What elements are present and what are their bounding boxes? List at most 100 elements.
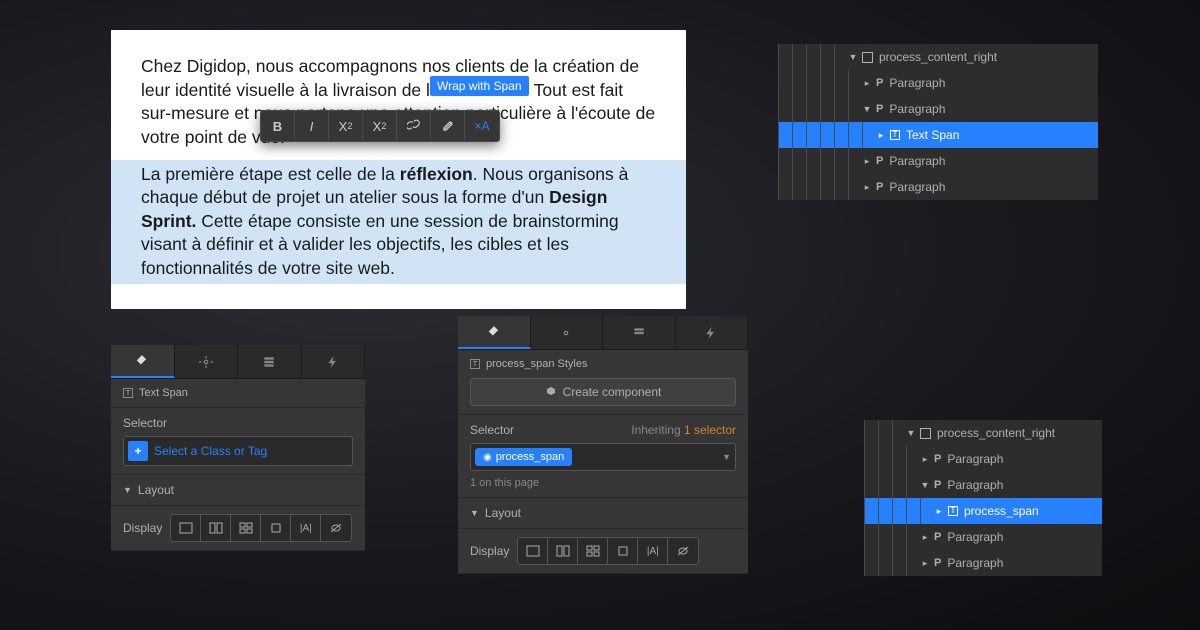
display-block-button[interactable] — [518, 538, 548, 564]
tab-manager[interactable] — [238, 345, 302, 378]
display-grid-button[interactable] — [578, 538, 608, 564]
inline-block-icon — [616, 545, 630, 557]
panel-tabs — [458, 316, 748, 350]
block-icon — [526, 545, 540, 557]
cube-icon — [545, 386, 557, 398]
expand-arrow-icon[interactable]: ▼ — [848, 52, 858, 62]
italic-button[interactable]: I — [295, 110, 329, 142]
brush-icon — [487, 325, 501, 339]
paragraph-icon: P — [876, 181, 883, 193]
selector-input[interactable]: + Select a Class or Tag — [123, 436, 353, 466]
panel-tabs — [111, 345, 365, 379]
tab-settings[interactable] — [531, 316, 604, 349]
nav-container-row[interactable]: ▼process_content_right — [864, 420, 1102, 446]
display-flex-button[interactable] — [201, 515, 231, 541]
layout-header[interactable]: ▼Layout — [111, 475, 365, 506]
superscript-button[interactable]: X2 — [329, 110, 363, 142]
paragraph-icon: P — [876, 155, 883, 167]
paragraph-icon: P — [876, 103, 883, 115]
div-icon — [862, 52, 873, 63]
eye-off-icon — [676, 545, 690, 557]
grid-icon — [586, 545, 600, 557]
link-button[interactable] — [397, 110, 431, 142]
selector-section: SelectorInheriting 1 selector ◉process_s… — [458, 415, 748, 498]
nav-paragraph-row[interactable]: ▼PParagraph — [778, 96, 1098, 122]
nav-text-span-row[interactable]: ▸TText Span — [778, 122, 1098, 148]
inline-icon: |A| — [300, 523, 312, 534]
tab-style[interactable] — [458, 316, 531, 349]
display-section: Display |A| — [111, 506, 365, 551]
div-icon — [920, 428, 931, 439]
display-none-button[interactable] — [321, 515, 351, 541]
bold-button[interactable]: B — [261, 110, 295, 142]
selector-section: Selector + Select a Class or Tag — [111, 408, 365, 475]
nav-paragraph-row[interactable]: ▸PParagraph — [864, 446, 1102, 472]
wrap-with-span-tooltip: Wrap with Span — [430, 76, 529, 96]
layout-header[interactable]: ▼Layout — [458, 498, 748, 529]
selector-input[interactable]: ◉process_span ▼ — [470, 443, 736, 471]
tab-style[interactable] — [111, 345, 175, 378]
nav-paragraph-row[interactable]: ▸PParagraph — [864, 550, 1102, 576]
nav-process-span-row[interactable]: ▸Tprocess_span — [864, 498, 1102, 524]
display-none-button[interactable] — [668, 538, 698, 564]
tab-manager[interactable] — [603, 316, 676, 349]
paragraph-2-selected[interactable]: La première étape est celle de la réflex… — [111, 160, 686, 284]
selector-count: 1 on this page — [470, 477, 736, 489]
breadcrumb-section: TText Span — [111, 379, 365, 408]
block-icon — [179, 522, 193, 534]
display-flex-button[interactable] — [548, 538, 578, 564]
add-class-button[interactable]: + — [128, 441, 148, 461]
display-inline-block-button[interactable] — [608, 538, 638, 564]
gear-icon — [559, 326, 573, 340]
display-buttons: |A| — [170, 514, 352, 542]
breadcrumb-section: Tprocess_span Styles Create component — [458, 350, 748, 415]
layers-icon — [632, 326, 646, 340]
wrap-span-button[interactable]: ×A — [465, 110, 499, 142]
nav-paragraph-row[interactable]: ▸PParagraph — [864, 524, 1102, 550]
nav-paragraph-row[interactable]: ▸PParagraph — [778, 70, 1098, 96]
navigator-panel-2: ▼process_content_right ▸PParagraph ▼PPar… — [864, 420, 1102, 576]
display-block-button[interactable] — [171, 515, 201, 541]
display-grid-button[interactable] — [231, 515, 261, 541]
gear-icon — [199, 355, 213, 369]
paragraph-icon: P — [876, 77, 883, 89]
rich-text-editor[interactable]: Chez Digidop, nous accompagnons nos clie… — [111, 30, 686, 309]
clear-format-button[interactable] — [431, 110, 465, 142]
style-panel-1: TText Span Selector + Select a Class or … — [111, 345, 365, 551]
tab-interactions[interactable] — [302, 345, 366, 378]
link-icon — [407, 119, 421, 133]
tab-settings[interactable] — [175, 345, 239, 378]
display-section: Display |A| — [458, 529, 748, 574]
inline-block-icon — [269, 522, 283, 534]
text-span-icon: T — [890, 130, 900, 140]
create-component-button[interactable]: Create component — [470, 378, 736, 406]
style-panel-2: Tprocess_span Styles Create component Se… — [458, 316, 748, 574]
bolt-icon — [704, 326, 718, 340]
text-span-icon: T — [948, 506, 958, 516]
inline-icon: |A| — [647, 546, 659, 557]
flex-icon — [209, 522, 223, 534]
global-icon: ◉ — [483, 452, 492, 463]
nav-paragraph-row[interactable]: ▸PParagraph — [778, 174, 1098, 200]
nav-container-row[interactable]: ▼process_content_right — [778, 44, 1098, 70]
nav-paragraph-row[interactable]: ▸PParagraph — [778, 148, 1098, 174]
display-inline-button[interactable]: |A| — [291, 515, 321, 541]
brush-icon — [441, 119, 455, 133]
subscript-button[interactable]: X2 — [363, 110, 397, 142]
bolt-icon — [326, 355, 340, 369]
text-format-toolbar: B I X2 X2 ×A — [260, 110, 500, 142]
paragraph-icon: P — [934, 531, 941, 543]
text-span-icon: T — [123, 388, 133, 398]
display-inline-block-button[interactable] — [261, 515, 291, 541]
nav-paragraph-row[interactable]: ▼PParagraph — [864, 472, 1102, 498]
display-inline-button[interactable]: |A| — [638, 538, 668, 564]
paragraph-icon: P — [934, 479, 941, 491]
flex-icon — [556, 545, 570, 557]
layers-icon — [262, 355, 276, 369]
eye-off-icon — [329, 522, 343, 534]
grid-icon — [239, 522, 253, 534]
tab-interactions[interactable] — [676, 316, 749, 349]
paragraph-icon: P — [934, 557, 941, 569]
class-tag[interactable]: ◉process_span — [475, 448, 572, 466]
state-dropdown-icon[interactable]: ▼ — [722, 452, 731, 462]
